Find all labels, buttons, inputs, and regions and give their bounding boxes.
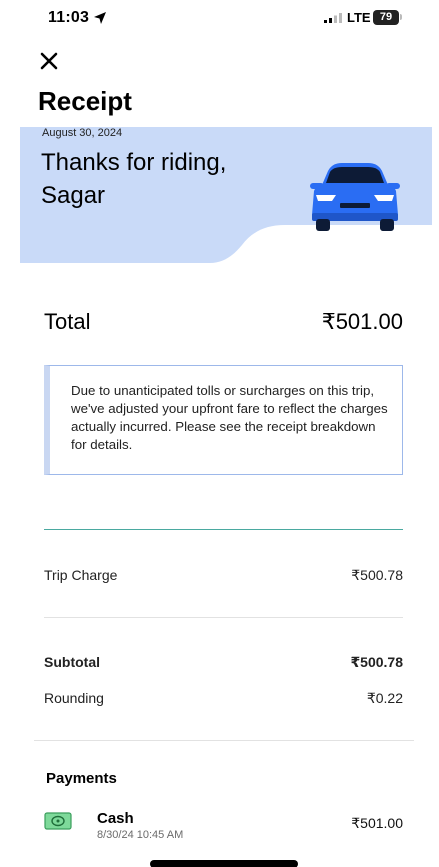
status-bar: 11:03 LTE 79 — [0, 0, 439, 40]
home-indicator[interactable] — [150, 860, 298, 867]
location-arrow-icon — [94, 12, 106, 24]
notice-text: Due to unanticipated tolls or surcharges… — [71, 383, 388, 452]
car-icon — [310, 163, 400, 231]
battery-tip — [400, 14, 402, 20]
trip-date: August 30, 2024 — [42, 127, 123, 139]
payment-method: Cash — [97, 810, 134, 827]
signal-icon — [324, 13, 342, 23]
status-time: 11:03 — [48, 9, 90, 26]
page-title: Receipt — [38, 86, 132, 116]
trip-charge-value: ₹500.78 — [351, 567, 403, 583]
total-label: Total — [44, 309, 91, 334]
fare-adjustment-notice: Due to unanticipated tolls or surcharges… — [44, 365, 403, 475]
total-value: ₹501.00 — [321, 309, 403, 334]
row-divider — [44, 617, 403, 618]
subtotal-label: Subtotal — [44, 654, 100, 670]
trip-charge-label: Trip Charge — [44, 567, 118, 583]
row-divider — [34, 740, 414, 741]
payment-amount: ₹501.00 — [351, 815, 403, 831]
battery-icon: 79 — [373, 10, 399, 25]
thanks-message: Thanks for riding, Sagar — [41, 149, 227, 209]
rounding-value: ₹0.22 — [366, 690, 403, 706]
payments-heading: Payments — [46, 770, 117, 787]
close-icon[interactable] — [38, 50, 60, 72]
network-type: LTE — [347, 10, 371, 25]
section-divider — [44, 529, 403, 530]
rounding-label: Rounding — [44, 690, 104, 706]
hero-banner: August 30, 2024 Thanks for riding, Sagar — [20, 127, 432, 263]
payment-timestamp: 8/30/24 10:45 AM — [97, 829, 184, 841]
subtotal-value: ₹500.78 — [350, 654, 403, 670]
cash-icon — [44, 812, 72, 830]
